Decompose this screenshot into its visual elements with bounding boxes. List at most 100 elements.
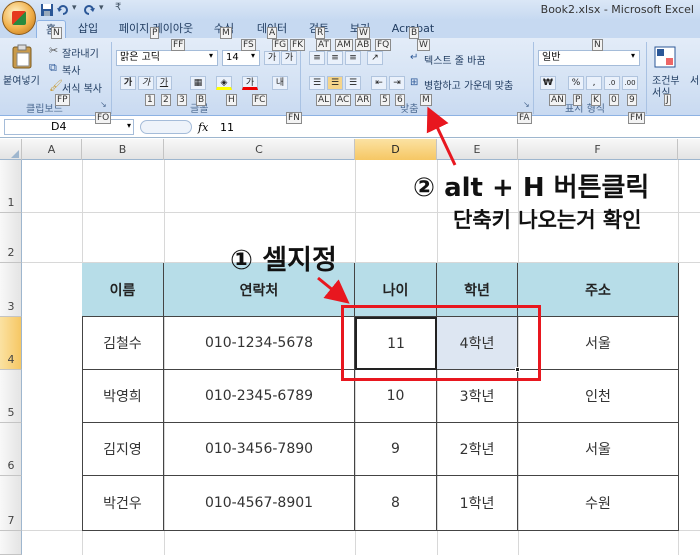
redo-icon[interactable] bbox=[82, 3, 96, 17]
paste-button[interactable]: 붙여넣기 bbox=[3, 72, 40, 87]
table-cell[interactable]: 010-1234-5678 bbox=[164, 317, 355, 370]
dialog-launcher-icon[interactable]: ↘ bbox=[523, 100, 530, 109]
keytip: FQ bbox=[375, 39, 392, 51]
keytip: B bbox=[409, 27, 420, 39]
decrease-decimal-icon[interactable]: .00 bbox=[622, 76, 638, 90]
keytip: AM bbox=[335, 39, 353, 51]
keytip: 5 bbox=[380, 94, 390, 106]
underline-icon[interactable]: 가 bbox=[156, 76, 172, 90]
font-size-dropdown-icon[interactable]: ▾ bbox=[251, 51, 255, 60]
table-cell[interactable]: 박건우 bbox=[82, 476, 164, 531]
table-cell[interactable]: 010-3456-7890 bbox=[164, 423, 355, 476]
name-box-dropdown-icon[interactable]: ▾ bbox=[127, 121, 131, 130]
table-cell[interactable]: 2학년 bbox=[437, 423, 518, 476]
table-header-cell[interactable]: 주소 bbox=[518, 263, 679, 317]
column-header[interactable]: F bbox=[518, 139, 678, 160]
keytip: 2 bbox=[161, 94, 171, 106]
row-header[interactable]: 5 bbox=[0, 370, 22, 423]
dialog-launcher-icon[interactable]: ↘ bbox=[100, 100, 107, 109]
table-header-cell[interactable]: 이름 bbox=[82, 263, 164, 317]
row-header[interactable]: 2 bbox=[0, 213, 22, 263]
align-bottom-icon[interactable]: ≡ bbox=[345, 51, 361, 65]
keytip: FK bbox=[290, 39, 306, 51]
table-cell[interactable]: 김지영 bbox=[82, 423, 164, 476]
table-cell[interactable]: 010-2345-6789 bbox=[164, 370, 355, 423]
row-header[interactable]: 1 bbox=[0, 160, 22, 213]
cut-icon[interactable]: ✂ bbox=[49, 44, 58, 57]
paste-icon[interactable] bbox=[10, 44, 34, 70]
grow-font-icon[interactable]: 가 bbox=[264, 51, 280, 65]
borders-icon[interactable]: ▦ bbox=[190, 76, 206, 90]
undo-icon[interactable] bbox=[56, 3, 70, 17]
row-header[interactable]: 7 bbox=[0, 476, 22, 531]
table-cell[interactable]: 9 bbox=[355, 423, 437, 476]
cut-button[interactable]: 잘라내기 bbox=[62, 45, 99, 60]
tab-insert[interactable]: 삽입 bbox=[73, 20, 103, 38]
align-center-icon[interactable]: ☰ bbox=[327, 76, 343, 90]
formula-input[interactable]: 11 bbox=[220, 121, 234, 134]
keytip: FN bbox=[286, 112, 302, 124]
table-cell[interactable]: 010-4567-8901 bbox=[164, 476, 355, 531]
align-right-icon[interactable]: ☰ bbox=[345, 76, 361, 90]
column-header[interactable]: A bbox=[22, 139, 82, 160]
font-name-dropdown-icon[interactable]: ▾ bbox=[209, 51, 213, 60]
table-cell[interactable]: 김철수 bbox=[82, 317, 164, 370]
comma-icon[interactable]: , bbox=[586, 76, 602, 90]
number-format-combo[interactable]: 일반 bbox=[538, 50, 640, 66]
formula-bar-splitter[interactable] bbox=[140, 120, 192, 134]
decrease-indent-icon[interactable]: ⇤ bbox=[371, 76, 387, 90]
align-left-icon[interactable]: ☰ bbox=[309, 76, 325, 90]
copy-icon[interactable]: ⧉ bbox=[49, 61, 57, 75]
redo-dropdown-icon[interactable]: ▾ bbox=[99, 3, 104, 13]
phonetic-icon[interactable]: 내 bbox=[272, 76, 288, 90]
bold-icon[interactable]: 가 bbox=[120, 76, 136, 90]
currency-icon[interactable]: ₩ bbox=[540, 76, 556, 90]
format-painter-button[interactable]: 서식 복사 bbox=[62, 80, 102, 95]
table-cell[interactable]: 박영희 bbox=[82, 370, 164, 423]
conditional-format-icon[interactable] bbox=[654, 46, 676, 68]
name-box[interactable]: D4 bbox=[4, 119, 134, 135]
copy-button[interactable]: 복사 bbox=[62, 62, 80, 77]
select-all-corner[interactable] bbox=[0, 139, 22, 160]
insert-function-button[interactable]: fx bbox=[198, 121, 208, 134]
format-painter-icon[interactable]: 🖌 bbox=[49, 79, 63, 92]
increase-decimal-icon[interactable]: .0 bbox=[604, 76, 620, 90]
keytip: 1 bbox=[145, 94, 155, 106]
row-header-selected[interactable]: 4 bbox=[0, 317, 22, 370]
undo-dropdown-icon[interactable]: ▾ bbox=[72, 3, 77, 13]
font-name-combo[interactable]: 맑은 고딕 bbox=[116, 50, 218, 66]
office-button[interactable] bbox=[2, 1, 36, 35]
fill-color-icon[interactable]: ◈ bbox=[216, 76, 232, 90]
annotation-step1: ① 셀지정 bbox=[230, 245, 337, 276]
align-top-icon[interactable]: ≡ bbox=[309, 51, 325, 65]
italic-icon[interactable]: 가 bbox=[138, 76, 154, 90]
format-table-button[interactable]: 서식 bbox=[690, 72, 700, 87]
table-cell[interactable]: 서울 bbox=[518, 423, 679, 476]
font-color-icon[interactable]: 가 bbox=[242, 76, 258, 90]
column-header-selected[interactable]: D bbox=[355, 139, 437, 160]
increase-indent-icon[interactable]: ⇥ bbox=[389, 76, 405, 90]
column-header[interactable]: E bbox=[437, 139, 518, 160]
row-header[interactable]: 6 bbox=[0, 423, 22, 476]
save-icon[interactable] bbox=[40, 3, 54, 17]
merge-center-icon[interactable]: ⊞ bbox=[410, 77, 418, 88]
office-logo-icon bbox=[12, 11, 26, 25]
percent-icon[interactable]: % bbox=[568, 76, 584, 90]
table-cell[interactable]: 인천 bbox=[518, 370, 679, 423]
column-header[interactable]: B bbox=[82, 139, 164, 160]
row-header[interactable]: 3 bbox=[0, 263, 22, 317]
shrink-font-icon[interactable]: 가 bbox=[281, 51, 297, 65]
number-format-dropdown-icon[interactable]: ▾ bbox=[631, 51, 635, 60]
column-header[interactable]: C bbox=[164, 139, 355, 160]
wrap-text-button[interactable]: 텍스트 줄 바꿈 bbox=[424, 52, 486, 67]
merge-center-button[interactable]: 병합하고 가운데 맞춤 bbox=[424, 77, 513, 92]
keytip: FF bbox=[171, 39, 186, 51]
wrap-text-icon[interactable]: ↵ bbox=[410, 52, 418, 63]
table-cell[interactable]: 8 bbox=[355, 476, 437, 531]
align-middle-icon[interactable]: ≡ bbox=[327, 51, 343, 65]
table-cell[interactable]: 서울 bbox=[518, 317, 679, 370]
orientation-icon[interactable]: ↗ bbox=[367, 51, 383, 65]
table-cell[interactable]: 수원 bbox=[518, 476, 679, 531]
table-cell[interactable]: 1학년 bbox=[437, 476, 518, 531]
qat-customize[interactable]: ₹ bbox=[115, 2, 121, 13]
